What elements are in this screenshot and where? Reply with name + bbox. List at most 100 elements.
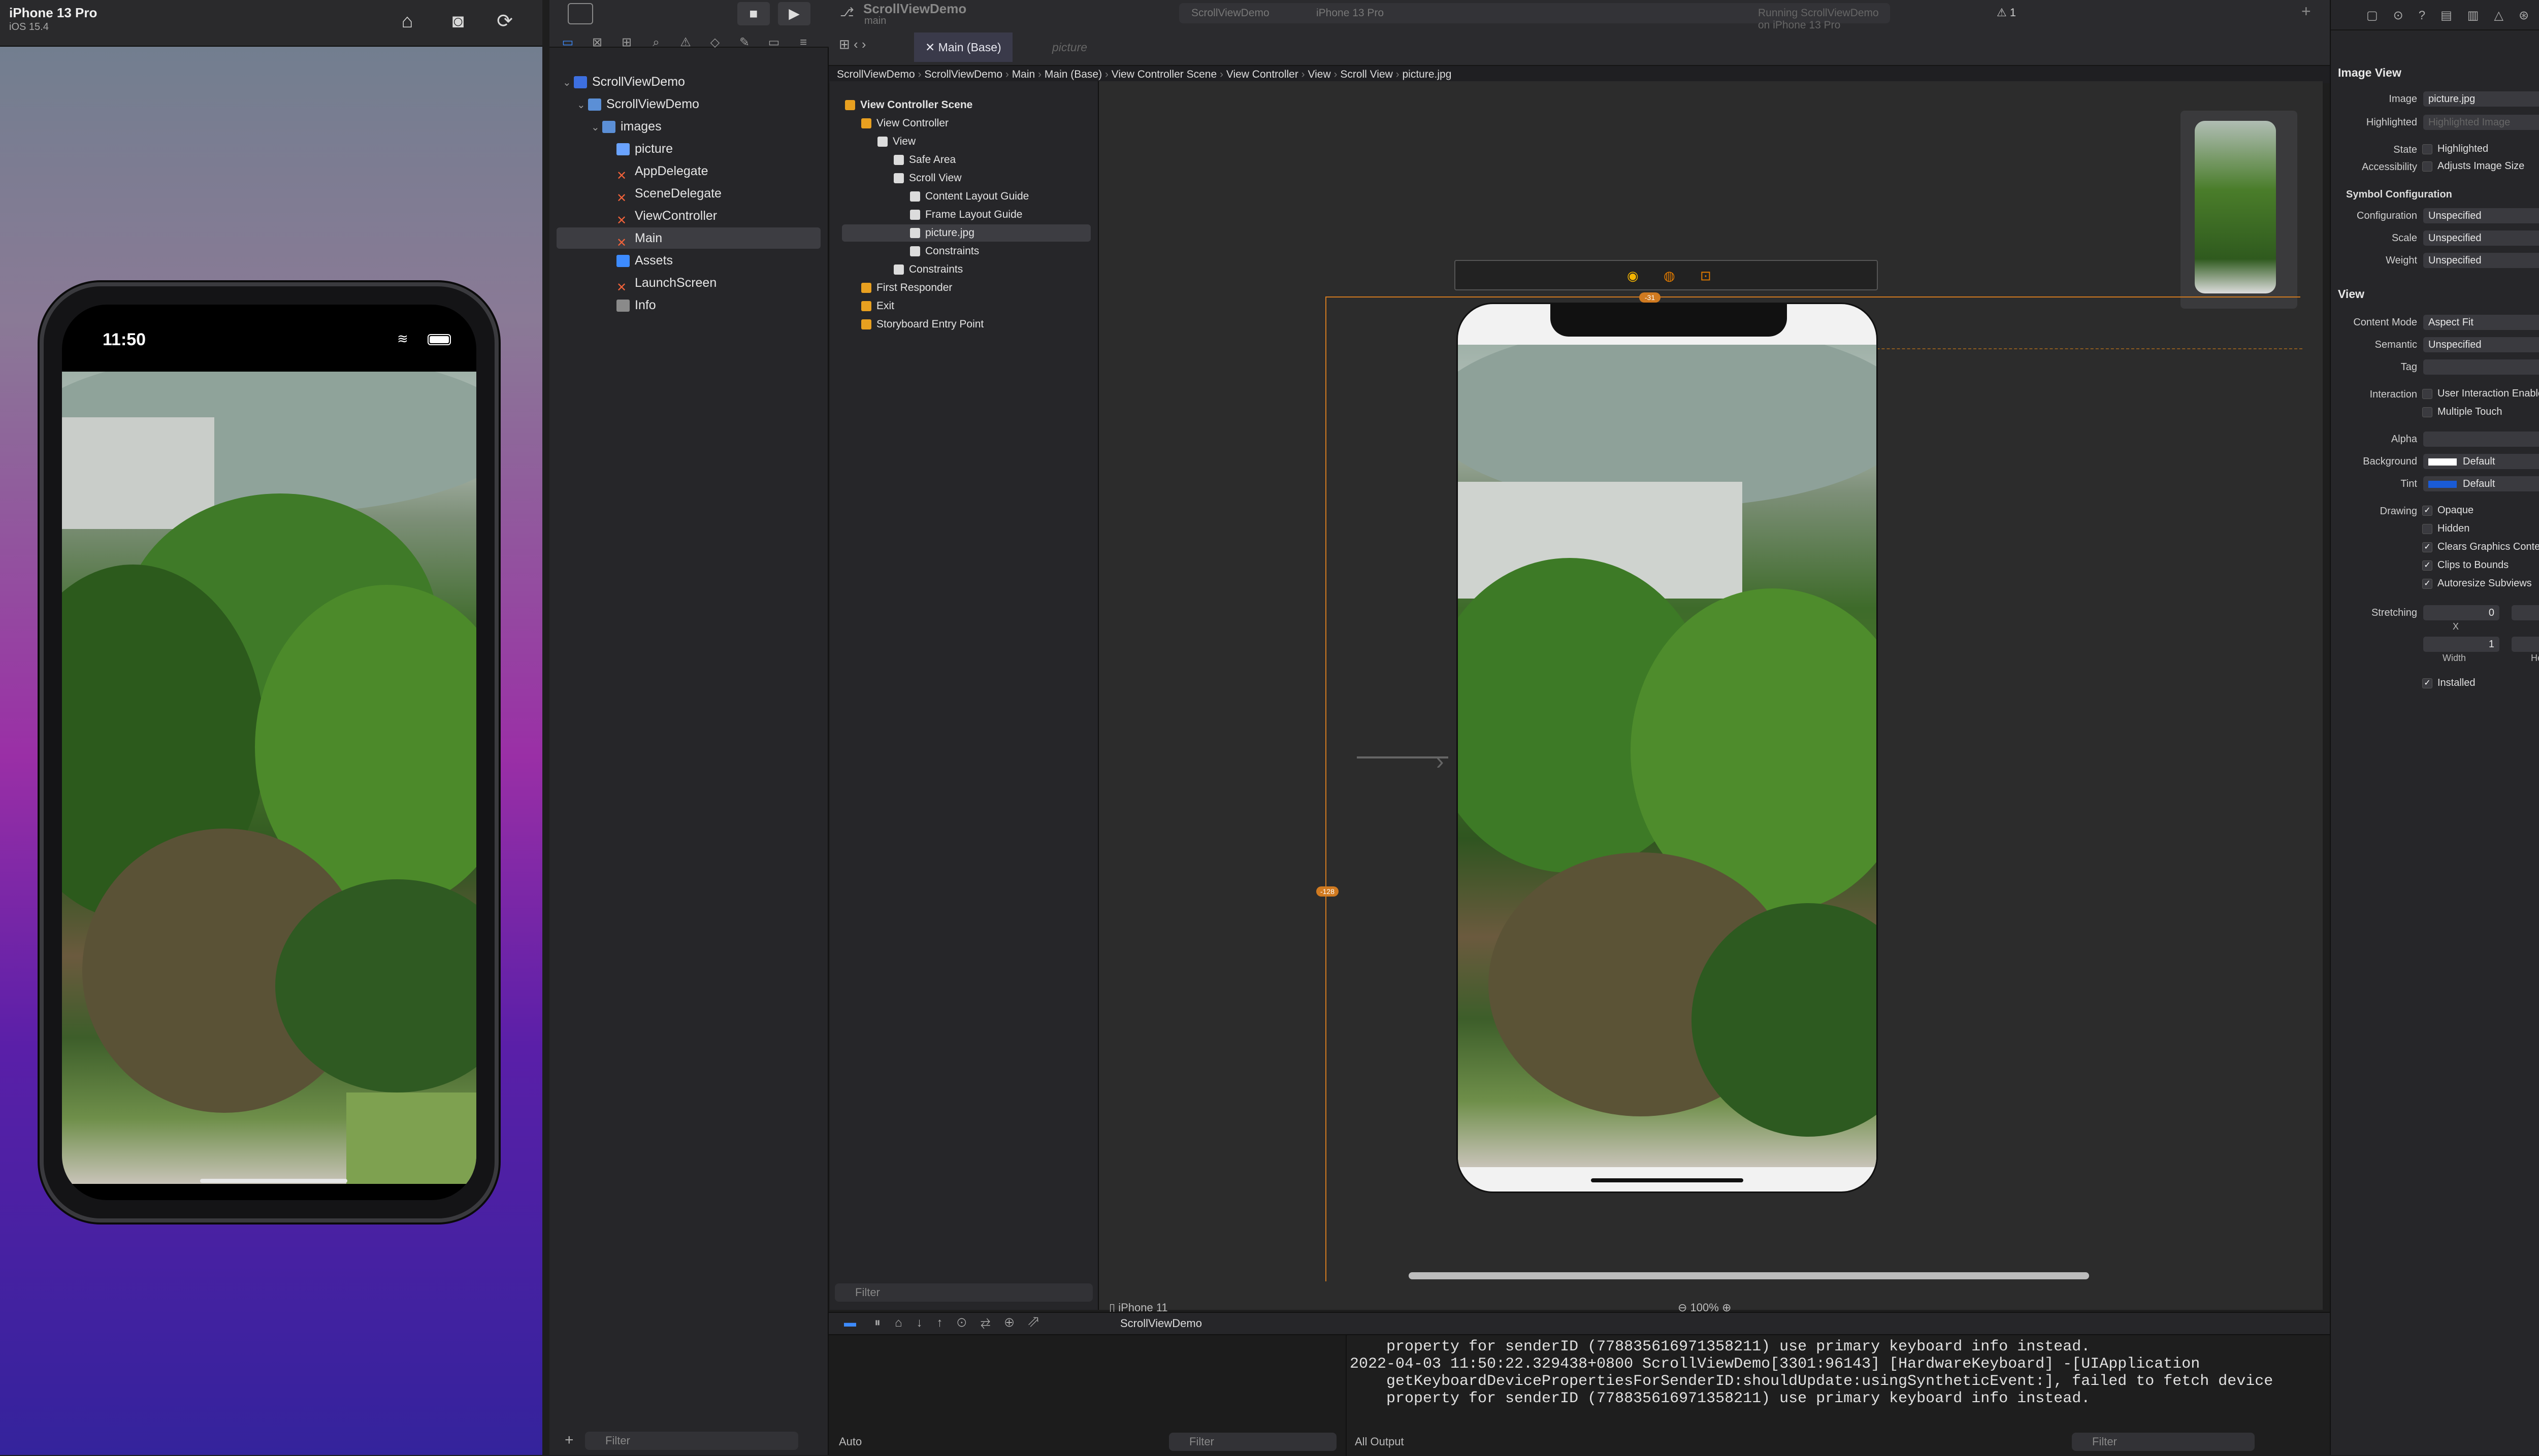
outline-item[interactable]: View Controller Scene [842, 96, 1091, 114]
warning-count[interactable]: ⚠ 1 [1997, 6, 2016, 19]
navigator-item[interactable]: Assets [557, 250, 821, 271]
report-tab-icon[interactable]: ≡ [796, 36, 810, 50]
outline-item[interactable]: First Responder [842, 279, 1091, 296]
navigator-item[interactable]: ✕ ViewController [557, 205, 821, 227]
storyboard-device-frame[interactable] [1456, 303, 1878, 1193]
symbol-tab-icon[interactable]: ⊞ [620, 36, 634, 50]
view-controller-icon[interactable]: ◉ [1627, 268, 1639, 284]
scale-select[interactable]: Unspecified [2423, 230, 2539, 246]
debug-tab-icon[interactable]: ✎ [737, 36, 752, 50]
breadcrumb-item[interactable]: Scroll View [1340, 69, 1392, 80]
state-highlighted-checkbox[interactable]: Highlighted [2422, 143, 2488, 155]
add-icon[interactable]: + [565, 1432, 574, 1449]
outline-item[interactable]: Constraints [842, 243, 1091, 260]
find-tab-icon[interactable]: ⌕ [649, 36, 663, 50]
rotate-icon[interactable]: ⟳ [493, 9, 517, 34]
weight-select[interactable]: Unspecified [2423, 253, 2539, 268]
stretch-width-field[interactable]: 1 [2423, 637, 2499, 652]
outline-item[interactable]: View Controller [842, 115, 1091, 132]
folder-tab-icon[interactable]: ▭ [561, 36, 575, 50]
outline-item[interactable]: picture.jpg [842, 224, 1091, 242]
debug-target[interactable]: ScrollViewDemo [1120, 1317, 1202, 1330]
outline-item[interactable]: Safe Area [842, 151, 1091, 169]
scheme-name[interactable]: ScrollViewDemo [1191, 7, 1270, 19]
outline-item[interactable]: Content Layout Guide [842, 188, 1091, 205]
auto-select[interactable]: Auto [839, 1431, 862, 1453]
stretch-height-field[interactable]: 1 [2512, 637, 2539, 652]
highlighted-image-field[interactable]: Highlighted Image [2423, 115, 2539, 130]
run-destination[interactable]: iPhone 13 Pro [1316, 7, 1384, 19]
scroll-view-picture[interactable] [62, 372, 476, 1184]
tab-main-base[interactable]: ✕ Main (Base) [914, 32, 1013, 62]
outline-item[interactable]: Scroll View [842, 170, 1091, 187]
disclosure-chevron-icon[interactable]: ⌄ [563, 72, 574, 93]
disclosure-chevron-icon[interactable]: ⌄ [577, 94, 588, 116]
debug-controls-icons[interactable]: ⏸⌂↓↑⊙⇄⊕⇗ [874, 1316, 1053, 1330]
entry-point-arrow[interactable] [1357, 756, 1448, 758]
tint-select[interactable]: Default [2423, 476, 2539, 491]
tab-picture[interactable]: picture [1041, 32, 1098, 62]
adjusts-image-size-checkbox[interactable]: Adjusts Image Size [2422, 160, 2524, 172]
alpha-field[interactable]: 1 [2423, 432, 2539, 447]
stretch-y-field[interactable]: 0 [2512, 605, 2539, 620]
storyboard-picture[interactable] [1458, 345, 1876, 1167]
add-tab-icon[interactable]: + [2301, 2, 2311, 21]
related-items-icon[interactable]: ⊞ ‹ › [839, 37, 866, 52]
output-select[interactable]: All Output [1355, 1431, 1404, 1453]
autoresize-checkbox[interactable]: Autoresize Subviews [2422, 578, 2532, 589]
storyboard-canvas[interactable]: ◉ ◍ ⊡ -31 -128 › ▯ iPhone 11 ⊖ 100% ⊕ [1099, 81, 2323, 1314]
home-icon[interactable]: ⌂ [395, 9, 419, 34]
navigator-filter[interactable]: Filter [585, 1432, 798, 1450]
opaque-checkbox[interactable]: Opaque [2422, 505, 2473, 516]
constraint-badge-top[interactable]: -31 [1639, 292, 1661, 303]
constraint-badge-left[interactable]: -128 [1316, 886, 1339, 897]
hidden-checkbox[interactable]: Hidden [2422, 523, 2469, 535]
source-control-tab-icon[interactable]: ⊠ [590, 36, 604, 50]
breadcrumb-item[interactable]: picture.jpg [1402, 69, 1451, 80]
breadcrumb-item[interactable]: View Controller Scene [1112, 69, 1217, 80]
navigator-item[interactable]: ⌄ ScrollViewDemo [557, 93, 821, 115]
breadcrumb-item[interactable]: View Controller [1226, 69, 1298, 80]
first-responder-icon[interactable]: ◍ [1664, 268, 1675, 284]
sidebar-toggle-icon[interactable] [568, 3, 593, 24]
content-mode-select[interactable]: Aspect Fit [2423, 315, 2539, 330]
breadcrumb-item[interactable]: Main [1012, 69, 1035, 80]
stop-icon[interactable]: ■ [737, 2, 770, 25]
screenshot-icon[interactable]: ◙ [446, 9, 470, 34]
navigator-item[interactable]: ✕ SceneDelegate [557, 183, 821, 205]
breadcrumb-item[interactable]: ScrollViewDemo [924, 69, 1002, 80]
tab-close-icon[interactable]: ✕ [925, 41, 938, 54]
variables-filter[interactable]: Filter [1169, 1433, 1337, 1451]
multiple-touch-checkbox[interactable]: Multiple Touch [2422, 406, 2502, 418]
navigator-item[interactable]: Info [557, 294, 821, 316]
outline-item[interactable]: View [842, 133, 1091, 150]
outline-item[interactable]: Storyboard Entry Point [842, 316, 1091, 333]
navigator-item[interactable]: ✕ AppDelegate [557, 160, 821, 183]
console-filter[interactable]: Filter [2072, 1433, 2255, 1451]
tag-field[interactable]: 0 [2423, 359, 2539, 375]
navigator-item[interactable]: ✕ Main [557, 227, 821, 250]
canvas-scrollbar[interactable] [1409, 1272, 2089, 1279]
console-log[interactable]: property for senderID (77883561697135821… [1350, 1338, 2315, 1407]
disclosure-chevron-icon[interactable]: ⌄ [591, 117, 602, 138]
outline-filter[interactable]: Filter [835, 1283, 1093, 1302]
navigator-item[interactable]: ⌄ images [557, 116, 821, 137]
issue-tab-icon[interactable]: ⚠ [678, 36, 693, 50]
run-icon[interactable]: ▶ [778, 2, 810, 25]
installed-checkbox[interactable]: Installed [2422, 677, 2476, 689]
user-interaction-checkbox[interactable]: User Interaction Enabled [2422, 388, 2539, 400]
configuration-select[interactable]: Unspecified [2423, 208, 2539, 223]
stretch-x-field[interactable]: 0 [2423, 605, 2499, 620]
test-tab-icon[interactable]: ◇ [708, 36, 722, 50]
exit-icon[interactable]: ⊡ [1700, 268, 1711, 284]
semantic-select[interactable]: Unspecified [2423, 337, 2539, 352]
clips-bounds-checkbox[interactable]: Clips to Bounds [2422, 559, 2509, 571]
breadcrumb-item[interactable]: ScrollViewDemo [837, 69, 915, 80]
breadcrumb-item[interactable]: View [1308, 69, 1331, 80]
image-field[interactable]: picture.jpg [2423, 91, 2539, 107]
outline-item[interactable]: Constraints [842, 261, 1091, 278]
debug-toggle-icon[interactable]: ▬ [844, 1316, 856, 1330]
canvas-minimap[interactable] [2180, 111, 2297, 309]
navigator-item[interactable]: ⌄ ScrollViewDemo [557, 71, 821, 92]
inspector-tabs-icons[interactable]: ▢⊙?▤▥△⊛ [2366, 8, 2539, 23]
